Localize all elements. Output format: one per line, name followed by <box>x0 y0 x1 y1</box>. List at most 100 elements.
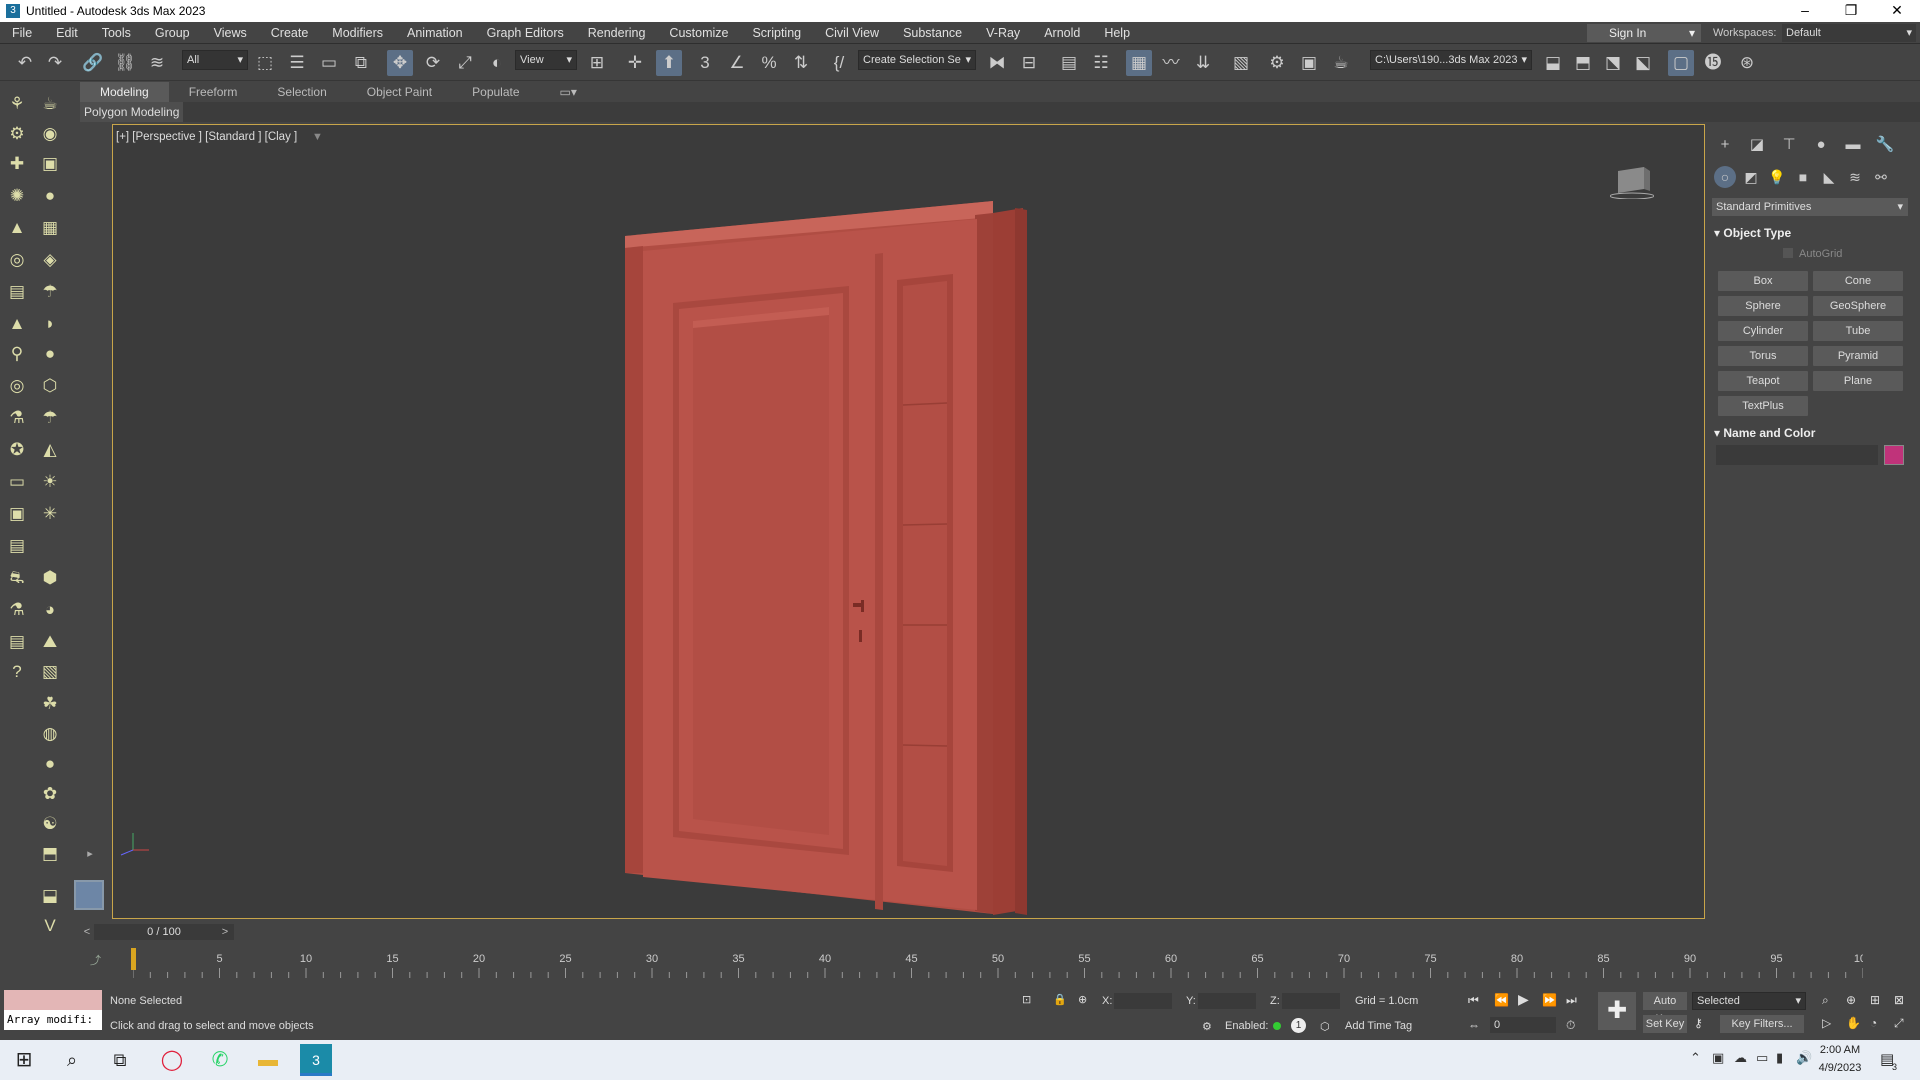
menu-modifiers[interactable]: Modifiers <box>320 22 395 44</box>
curve-editor-mini-icon[interactable]: ⤴ <box>90 952 101 968</box>
toolbar-icon-04[interactable]: ◉ <box>38 122 62 146</box>
tray-arrow-icon[interactable]: ⌃ <box>1690 1050 1701 1066</box>
absolute-mode-icon[interactable]: ⊕ <box>1078 993 1087 1006</box>
named-selection-sets-dropdown[interactable]: Create Selection Se <box>858 50 976 70</box>
align-icon[interactable]: ⊟ <box>1016 50 1042 76</box>
display-tab-icon[interactable]: ▬ <box>1842 134 1864 156</box>
prev-frame-arrow-icon[interactable]: < <box>80 924 94 940</box>
viewcube[interactable] <box>1610 163 1654 199</box>
angle-snap-icon[interactable]: ∠ <box>724 50 750 76</box>
select-by-name-icon[interactable]: ☰ <box>284 50 310 76</box>
zoom-all-icon[interactable]: ⊕ <box>1846 993 1856 1007</box>
viewport-label[interactable]: [+] [Perspective ] [Standard ] [Clay ] <box>116 131 297 143</box>
menu-create[interactable]: Create <box>259 22 321 44</box>
minimize-button[interactable]: – <box>1782 0 1828 22</box>
clock-date[interactable]: 4/9/2023 <box>1812 1062 1868 1074</box>
scene-explorer-icon[interactable]: ▤ <box>1056 50 1082 76</box>
vray-toolbar-icon[interactable]: V <box>38 914 62 938</box>
current-frame-field[interactable]: 0 <box>1490 1017 1556 1033</box>
toolbar-icon-36[interactable]: ▧ <box>38 660 62 684</box>
menu-civil-view[interactable]: Civil View <box>813 22 891 44</box>
time-tag-icon[interactable]: ⬡ <box>1320 1020 1330 1033</box>
cone-button[interactable]: Cone <box>1813 271 1903 291</box>
workspace-dropdown[interactable]: Default <box>1782 24 1916 42</box>
cameras-icon[interactable]: ■ <box>1792 166 1814 188</box>
vray-frame-buffer-icon[interactable]: ▢ <box>1668 50 1694 76</box>
toolbar-icon-37[interactable]: ☘ <box>38 692 62 716</box>
helpers-icon[interactable]: ◣ <box>1818 166 1840 188</box>
select-manipulate-icon[interactable]: ✛ <box>622 50 648 76</box>
object-type-rollout[interactable]: Object Type <box>1714 224 1791 242</box>
select-object-icon[interactable]: ⬚ <box>252 50 278 76</box>
tab-selection[interactable]: Selection <box>257 82 346 102</box>
menu-help[interactable]: Help <box>1092 22 1142 44</box>
named-selection-icon[interactable]: {/ <box>826 50 852 76</box>
add-time-tag[interactable]: Add Time Tag <box>1345 1020 1412 1032</box>
toolbar-icon-08[interactable]: ● <box>38 184 62 208</box>
menu-graph-editors[interactable]: Graph Editors <box>475 22 576 44</box>
viewport-layout-thumbnail[interactable] <box>74 880 104 910</box>
autogrid-checkbox[interactable]: AutoGrid <box>1783 248 1842 260</box>
file-explorer-icon[interactable]: ▬ <box>252 1044 284 1076</box>
toolbar-icon-32[interactable]: ⚗ <box>5 598 29 622</box>
geometry-icon[interactable]: ○ <box>1714 166 1736 188</box>
tab-modeling[interactable]: Modeling <box>80 82 169 102</box>
bind-space-warp-icon[interactable]: ≋ <box>144 50 170 76</box>
y-coordinate-field[interactable] <box>1198 993 1256 1009</box>
sign-in-dropdown[interactable]: Sign In <box>1587 24 1701 42</box>
perspective-viewport[interactable] <box>112 124 1705 919</box>
onedrive-icon[interactable]: ☁ <box>1734 1050 1747 1066</box>
time-marker[interactable] <box>131 948 136 970</box>
task-view-icon[interactable]: ⧉ <box>104 1044 136 1076</box>
vray-icon-2[interactable]: ⬒ <box>1570 50 1596 76</box>
menu-animation[interactable]: Animation <box>395 22 475 44</box>
viewport-filter-icon[interactable]: ▼ <box>312 131 323 143</box>
box-button[interactable]: Box <box>1718 271 1808 291</box>
toolbar-icon-02[interactable]: ☕ <box>38 92 62 116</box>
utilities-tab-icon[interactable]: 🔧 <box>1874 134 1896 156</box>
schematic-view-icon[interactable]: ⇊ <box>1190 50 1216 76</box>
menu-group[interactable]: Group <box>143 22 202 44</box>
menu-scripting[interactable]: Scripting <box>740 22 813 44</box>
zoom-icon[interactable]: ⌕ <box>1822 993 1829 1008</box>
windows-start-icon[interactable]: ⊞ <box>8 1044 40 1076</box>
play-icon[interactable]: ▶ <box>1518 991 1529 1008</box>
tube-button[interactable]: Tube <box>1813 321 1903 341</box>
textplus-button[interactable]: TextPlus <box>1718 396 1808 416</box>
toolbar-icon-25[interactable]: ▭ <box>5 470 29 494</box>
selection-filter-dropdown[interactable]: All <box>182 50 248 70</box>
tab-object-paint[interactable]: Object Paint <box>347 82 452 102</box>
torus-button[interactable]: Torus <box>1718 346 1808 366</box>
tab-freeform[interactable]: Freeform <box>169 82 258 102</box>
toolbar-icon-11[interactable]: ◎ <box>5 248 29 272</box>
tray-app-icon[interactable]: ▣ <box>1712 1050 1724 1066</box>
hierarchy-tab-icon[interactable]: ⊤ <box>1778 134 1800 156</box>
menu-substance[interactable]: Substance <box>891 22 974 44</box>
menu-rendering[interactable]: Rendering <box>576 22 658 44</box>
maxscript-mini-listener[interactable]: Array modifi: <box>4 1010 102 1030</box>
key-mode-toggle-icon[interactable]: ⇔ <box>1468 1018 1480 1032</box>
battery-icon[interactable]: ▮ <box>1776 1050 1783 1066</box>
toolbar-icon-10[interactable]: ▦ <box>38 216 62 240</box>
toolbar-icon-06[interactable]: ▣ <box>38 152 62 176</box>
reference-coordinate-dropdown[interactable]: View <box>515 50 577 70</box>
toolbar-icon-26[interactable]: ☀ <box>38 470 62 494</box>
adaptive-degradation-icon[interactable]: ⚙ <box>1202 1020 1212 1033</box>
modify-tab-icon[interactable]: ◪ <box>1746 134 1768 156</box>
select-and-move-icon[interactable]: ✥ <box>387 50 413 76</box>
tab-populate[interactable]: Populate <box>452 82 539 102</box>
zoom-extents-icon[interactable]: ⊞ <box>1870 993 1880 1007</box>
ribbon-options-icon[interactable]: ▭▾ <box>540 82 597 102</box>
link-icon[interactable]: 🔗 <box>80 50 106 76</box>
toolbar-icon-03[interactable]: ⚙ <box>5 122 29 146</box>
3ds-max-taskbar-icon[interactable]: 3 <box>300 1044 332 1076</box>
plane-button[interactable]: Plane <box>1813 371 1903 391</box>
lights-icon[interactable]: 💡 <box>1766 166 1788 188</box>
toolbar-icon-17[interactable]: ⚲ <box>5 342 29 366</box>
systems-icon[interactable]: ⚯ <box>1870 166 1892 188</box>
key-filter-toggle-icon[interactable]: ⚷ <box>1694 1016 1703 1030</box>
toolbar-icon-34[interactable]: ▤ <box>5 630 29 654</box>
keyboard-shortcut-override-icon[interactable]: ⬆ <box>656 50 682 76</box>
menu-vray[interactable]: V-Ray <box>974 22 1032 44</box>
toolbar-icon-24[interactable]: ◭ <box>38 438 62 462</box>
